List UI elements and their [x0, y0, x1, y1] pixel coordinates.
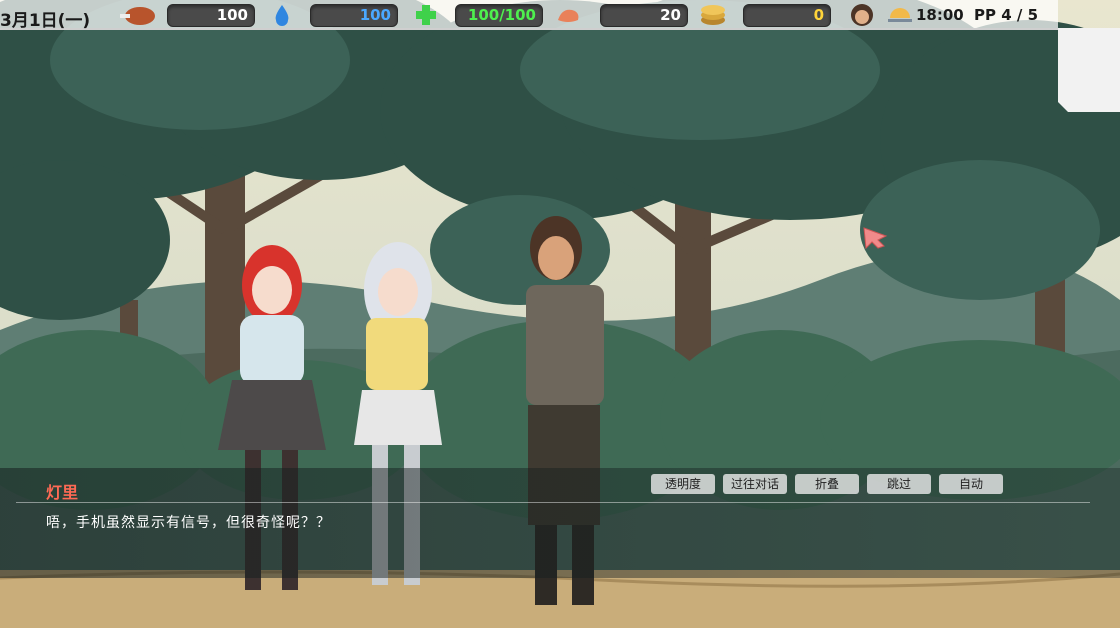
health-bar: 100/100 [455, 4, 543, 27]
dialogue-box[interactable]: 灯里 透明度 过往对话 折叠 跳过 自动 唔，手机虽然显示有信号，但很奇怪呢？？ [0, 468, 1120, 578]
sunset-icon [888, 8, 912, 22]
water-bar: 100 [310, 4, 398, 27]
opacity-button[interactable]: 透明度 [651, 474, 715, 494]
meat-icon [120, 7, 155, 25]
pp-counter: PP 4 / 5 [974, 6, 1039, 24]
time-label: 18:00 [916, 6, 964, 24]
water-value: 100 [359, 6, 391, 24]
food-bar: 100 [167, 4, 255, 27]
strength-bar: 20 [600, 4, 688, 27]
health-value: 100/100 [467, 6, 536, 24]
date-label: 3月1日(一) [0, 11, 91, 31]
money-value: 0 [813, 6, 824, 24]
skip-button[interactable]: 跳过 [867, 474, 931, 494]
strength-value: 20 [660, 6, 681, 24]
dialogue-text: 唔，手机虽然显示有信号，但很奇怪呢？？ [46, 515, 331, 531]
collapse-button[interactable]: 折叠 [795, 474, 859, 494]
auto-button[interactable]: 自动 [939, 474, 1003, 494]
water-drop-icon [275, 5, 289, 26]
coins-icon [701, 5, 725, 25]
status-hud: 3月1日(一) 100 100 100/100 20 0 18:00 PP 4 … [0, 0, 1120, 31]
arm-strength-icon [558, 9, 579, 22]
speaker-name: 灯里 [46, 483, 79, 502]
player-avatar-icon [851, 4, 873, 26]
money-bar: 0 [743, 4, 831, 27]
dialogue-divider [16, 502, 1090, 503]
health-cross-icon [416, 5, 436, 25]
food-value: 100 [216, 6, 248, 24]
history-button[interactable]: 过往对话 [723, 474, 787, 494]
